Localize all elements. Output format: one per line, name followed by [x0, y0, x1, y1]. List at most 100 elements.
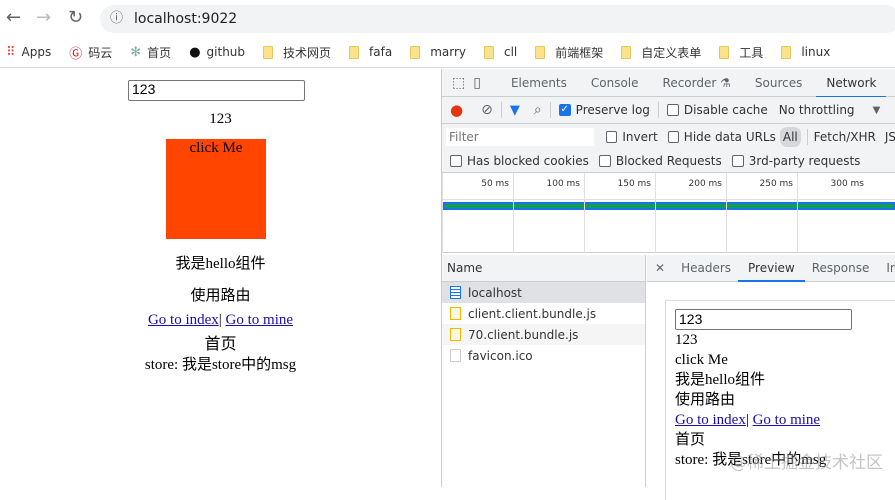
record-icon[interactable]: ●: [450, 101, 463, 119]
forward-icon[interactable]: →: [36, 8, 51, 28]
bookmark-item[interactable]: Ⓖ 码云: [69, 43, 112, 62]
bookmark-item[interactable]: ● github: [189, 45, 245, 60]
search-icon[interactable]: ⌕: [534, 102, 542, 118]
bookmark-label: marry: [430, 45, 466, 59]
request-name: 70.client.bundle.js: [468, 327, 579, 342]
bookmark-item[interactable]: fafa: [349, 45, 392, 59]
bookmark-item[interactable]: 自定义表单: [621, 44, 701, 61]
detail-tabs: ✕ Headers Preview Response Initia: [647, 255, 895, 282]
bookmark-label: fafa: [369, 45, 393, 59]
timeline-tick: 150 ms: [584, 173, 655, 253]
tab-console[interactable]: Console: [591, 69, 639, 97]
folder-icon: [349, 45, 360, 59]
blocked-filter-row: Has blocked cookies Blocked Requests 3rd…: [442, 150, 895, 173]
tab-elements[interactable]: Elements: [511, 69, 567, 97]
hide-data-urls-label: Hide data URLs: [683, 130, 776, 144]
bookmark-item[interactable]: 技术网页: [263, 44, 331, 61]
tick-label: 100 ms: [546, 179, 581, 189]
filter-icon[interactable]: ▼: [510, 103, 520, 118]
name-column-header[interactable]: Name: [442, 255, 645, 282]
invert-label: Invert: [622, 130, 658, 144]
disable-cache-label: Disable cache: [683, 103, 768, 117]
tab-preview[interactable]: Preview: [738, 255, 805, 282]
third-party-label: 3rd-party requests: [748, 154, 861, 168]
bookmark-label: 自定义表单: [641, 45, 702, 60]
bookmark-item[interactable]: cll: [484, 45, 517, 59]
bookmark-item[interactable]: ✻ 首页: [130, 44, 171, 61]
filter-fetch-xhr-button[interactable]: Fetch/XHR: [814, 130, 876, 144]
preview-link-separator: |: [745, 412, 749, 428]
tick-label: 200 ms: [688, 179, 723, 189]
clear-icon[interactable]: ⊘: [481, 102, 493, 118]
request-row[interactable]: client.client.bundle.js: [442, 303, 645, 324]
watermark: @稀土掘金技术社区: [730, 453, 883, 473]
tab-sources[interactable]: Sources: [755, 69, 802, 97]
bookmark-label: 技术网页: [283, 45, 332, 60]
devtools-panel: ⬚ ▯ Elements Console Recorder ⚗ Sources Netw…: [441, 69, 895, 500]
reload-icon[interactable]: ↻: [68, 8, 83, 28]
invert-checkbox[interactable]: [606, 131, 618, 143]
preview-go-to-mine-link[interactable]: Go to mine: [753, 412, 821, 428]
filter-all-button[interactable]: All: [779, 127, 801, 147]
request-row[interactable]: localhost: [442, 282, 645, 303]
inspect-element-icon[interactable]: ⬚: [452, 75, 465, 91]
timeline-tick: 300 ms: [797, 173, 868, 253]
request-row[interactable]: 70.client.bundle.js: [442, 324, 645, 345]
bookmark-label: 码云: [88, 45, 113, 60]
network-toolbar: ● ⊘ ▼ ⌕ ✓ Preserve log Disable cache No t…: [442, 97, 895, 124]
network-timeline[interactable]: 50 ms 100 ms 150 ms 200 ms 250 ms 300 ms: [442, 173, 895, 253]
blocked-cookies-label: Has blocked cookies: [467, 154, 589, 168]
document-icon: [450, 286, 461, 299]
folder-icon: [535, 45, 546, 59]
info-icon: ⓘ: [110, 11, 124, 26]
divider: [806, 129, 808, 145]
tab-response[interactable]: Response: [812, 255, 870, 281]
bookmark-label: 工具: [739, 45, 764, 60]
go-to-index-link[interactable]: Go to index: [148, 312, 219, 328]
bookmark-item[interactable]: ⠿ Apps: [6, 45, 51, 60]
folder-icon: [263, 45, 274, 59]
timeline-tick: 250 ms: [726, 173, 797, 253]
address-bar[interactable]: ⓘ localhost:9022: [100, 5, 895, 33]
hide-data-urls-checkbox[interactable]: [667, 131, 679, 143]
throttling-select[interactable]: No throttling: [779, 103, 855, 117]
request-list: Name localhost client.client.bundle.js 70.…: [442, 255, 646, 487]
disable-cache-checkbox[interactable]: [666, 104, 679, 116]
apps-grid-icon: ⠿: [6, 44, 16, 60]
bookmarks-bar: ⠿ Apps Ⓖ 码云 ✻ 首页 ● github 技术网页 fafa marry cll 前端框架 自定…: [0, 37, 895, 68]
tab-headers[interactable]: Headers: [681, 255, 731, 281]
tab-recorder[interactable]: Recorder ⚗: [663, 69, 731, 97]
close-icon[interactable]: ✕: [655, 261, 665, 275]
request-row[interactable]: favicon.ico: [442, 345, 645, 366]
box-label: click Me: [189, 140, 243, 156]
bookmark-label: 首页: [147, 45, 172, 60]
filter-js-button[interactable]: JS: [885, 130, 895, 144]
bookmark-item[interactable]: linux: [781, 45, 830, 59]
bookmark-item[interactable]: 前端框架: [535, 44, 603, 61]
store-text: store: 我是store中的msg: [144, 357, 297, 373]
bookmark-item[interactable]: 工具: [719, 44, 763, 61]
bookmark-item[interactable]: marry: [410, 45, 466, 59]
blocked-cookies-checkbox[interactable]: [450, 155, 462, 167]
hello-text: 我是hello组件: [175, 256, 266, 272]
file-icon: [450, 349, 461, 362]
back-icon[interactable]: ←: [6, 8, 21, 28]
preview-hello: 我是hello组件: [675, 372, 765, 388]
filter-input[interactable]: Filter: [446, 128, 595, 146]
third-party-checkbox[interactable]: [731, 155, 744, 167]
device-toolbar-icon[interactable]: ▯: [473, 75, 481, 91]
script-icon: [450, 328, 461, 341]
tick-label: 250 ms: [759, 179, 794, 189]
timeline-tick: 200 ms: [655, 173, 726, 253]
text-input[interactable]: 123: [128, 80, 305, 101]
tab-initia[interactable]: Initia: [886, 255, 895, 281]
go-to-mine-link[interactable]: Go to mine: [226, 312, 294, 328]
preserve-log-checkbox[interactable]: ✓: [558, 104, 571, 116]
preview-go-to-index-link[interactable]: Go to index: [675, 412, 746, 428]
preserve-log-label: Preserve log: [575, 103, 650, 117]
blocked-requests-checkbox[interactable]: [598, 155, 611, 167]
tab-network[interactable]: Network: [816, 69, 887, 98]
click-me-box[interactable]: click Me: [166, 139, 266, 239]
folder-icon: [781, 45, 792, 59]
chevron-down-icon[interactable]: ▼: [873, 105, 881, 116]
